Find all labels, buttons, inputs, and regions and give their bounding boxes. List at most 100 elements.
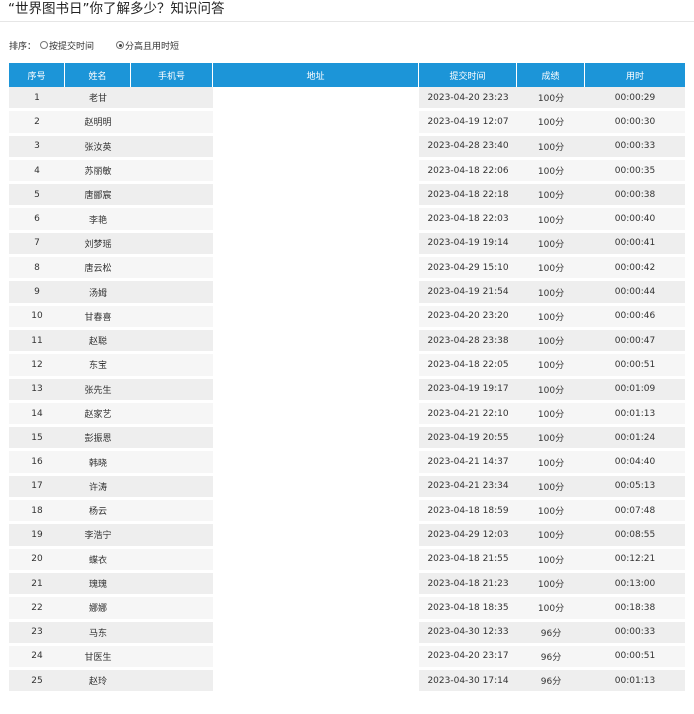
cell-score: 100分 bbox=[517, 597, 586, 622]
cell-address bbox=[213, 427, 415, 452]
cell-phone: 1866180 bbox=[131, 500, 213, 525]
sort-by-score-time-radio[interactable] bbox=[116, 41, 125, 49]
cell-index: 16 bbox=[9, 451, 65, 476]
title-divider bbox=[0, 21, 694, 22]
cell-name: 张先生 bbox=[65, 378, 131, 403]
cell-score: 96分 bbox=[517, 645, 586, 671]
cell-submit-time: 2023-04-20 23:23 bbox=[419, 87, 518, 112]
cell-name: 赵家艺 bbox=[65, 402, 131, 428]
results-table: 序号 姓名 手机号 地址 提交时间 成绩 用时 1老甘1560398 2023-0… bbox=[9, 63, 686, 695]
cell-address bbox=[213, 500, 415, 525]
cell-address bbox=[213, 475, 415, 501]
cell-phone: 1831578 bbox=[131, 572, 213, 598]
cell-duration: 00:01:24 bbox=[585, 427, 686, 452]
cell-index: 10 bbox=[9, 305, 65, 330]
cell-name: 东宝 bbox=[65, 354, 131, 379]
cell-score: 100分 bbox=[517, 281, 586, 306]
cell-index: 3 bbox=[9, 135, 65, 160]
cell-phone: 1829350 bbox=[131, 402, 213, 428]
sort-bar: 排序： 按提交时间 分高且用时短 bbox=[9, 38, 201, 52]
cell-name: 赵明明 bbox=[65, 111, 131, 136]
header-address: 地址 bbox=[213, 63, 420, 87]
header-name: 姓名 bbox=[65, 63, 131, 87]
sort-by-score-time-option[interactable]: 分高且用时短 bbox=[116, 39, 179, 52]
cell-duration: 00:00:47 bbox=[585, 329, 686, 355]
cell-index: 11 bbox=[9, 329, 65, 355]
cell-name: 瑰瑰 bbox=[65, 572, 131, 598]
table-row: 4苏丽敏1872567 2023-04-18 22:06100分00:00:35 bbox=[9, 159, 686, 185]
cell-submit-time: 2023-04-21 14:37 bbox=[419, 451, 518, 476]
cell-submit-time: 2023-04-21 22:10 bbox=[419, 402, 518, 428]
cell-submit-time: 2023-04-18 22:18 bbox=[419, 184, 518, 209]
cell-name: 李浩宁 bbox=[65, 524, 131, 549]
cell-index: 20 bbox=[9, 548, 65, 573]
table-row: 25赵玲1377048 2023-04-30 17:1496分00:01:13 bbox=[9, 670, 686, 695]
cell-index: 18 bbox=[9, 500, 65, 525]
sort-by-submit-time-radio[interactable] bbox=[40, 41, 49, 49]
cell-score: 100分 bbox=[517, 184, 586, 209]
cell-address bbox=[213, 597, 415, 622]
cell-submit-time: 2023-04-19 21:54 bbox=[419, 281, 518, 306]
table-row: 9汤姆1334007 2023-04-19 21:54100分00:00:44 bbox=[9, 281, 686, 306]
table-row: 22娜娜1598096 2023-04-18 18:35100分00:18:38 bbox=[9, 597, 686, 622]
cell-submit-time: 2023-04-18 21:23 bbox=[419, 572, 518, 598]
table-row: 13张先生1569129 2023-04-19 19:17100分00:01:09 bbox=[9, 378, 686, 403]
table-row: 14赵家艺1829350 2023-04-21 22:10100分00:01:13 bbox=[9, 402, 686, 428]
cell-address bbox=[213, 548, 415, 573]
table-row: 6李艳1308216 2023-04-18 22:03100分00:00:40 bbox=[9, 208, 686, 233]
table-row: 21瑰瑰1831578 2023-04-18 21:23100分00:13:00 bbox=[9, 572, 686, 598]
cell-submit-time: 2023-04-19 12:07 bbox=[419, 111, 518, 136]
cell-duration: 00:00:44 bbox=[585, 281, 686, 306]
cell-name: 老甘 bbox=[65, 87, 131, 112]
table-row: 5唐郦宸1532065 2023-04-18 22:18100分00:00:38 bbox=[9, 184, 686, 209]
cell-duration: 00:00:42 bbox=[585, 257, 686, 282]
table-row: 11赵聪1362656 2023-04-28 23:38100分00:00:47 bbox=[9, 329, 686, 355]
cell-duration: 00:00:30 bbox=[585, 111, 686, 136]
cell-index: 12 bbox=[9, 354, 65, 379]
cell-index: 21 bbox=[9, 572, 65, 598]
cell-index: 8 bbox=[9, 257, 65, 282]
cell-address bbox=[213, 572, 415, 598]
table-row: 8唐云松1776894 2023-04-29 15:10100分00:00:42 bbox=[9, 257, 686, 282]
cell-address bbox=[213, 159, 415, 185]
cell-score: 100分 bbox=[517, 232, 586, 258]
cell-phone: 1598096 bbox=[131, 597, 213, 622]
cell-submit-time: 2023-04-18 22:06 bbox=[419, 159, 518, 185]
cell-index: 17 bbox=[9, 475, 65, 501]
sort-by-score-time-label: 分高且用时短 bbox=[125, 41, 180, 52]
cell-duration: 00:00:35 bbox=[585, 159, 686, 185]
cell-phone: 1560398 bbox=[131, 87, 213, 112]
table-row: 20蝶衣1899304 2023-04-18 21:55100分00:12:21 bbox=[9, 548, 686, 573]
table-row: 12东宝1893214 2023-04-18 22:05100分00:00:51 bbox=[9, 354, 686, 379]
cell-duration: 00:00:38 bbox=[585, 184, 686, 209]
cell-phone: 1877147 bbox=[131, 232, 213, 258]
cell-name: 娜娜 bbox=[65, 597, 131, 622]
cell-submit-time: 2023-04-19 20:55 bbox=[419, 427, 518, 452]
cell-name: 甘医生 bbox=[65, 645, 131, 671]
cell-submit-time: 2023-04-18 22:03 bbox=[419, 208, 518, 233]
cell-address bbox=[213, 208, 415, 233]
cell-score: 100分 bbox=[517, 451, 586, 476]
cell-score: 100分 bbox=[517, 378, 586, 403]
cell-name: 马东 bbox=[65, 621, 131, 646]
cell-address bbox=[213, 524, 415, 549]
cell-address bbox=[213, 354, 415, 379]
cell-score: 96分 bbox=[517, 670, 586, 695]
cell-phone: 1330212 bbox=[131, 451, 213, 476]
page-title: “世界图书日”你了解多少？知识问答 bbox=[8, 1, 225, 17]
cell-name: 甘春喜 bbox=[65, 305, 131, 330]
sort-by-submit-time-option[interactable]: 按提交时间 bbox=[40, 39, 94, 52]
cell-address bbox=[213, 402, 415, 428]
cell-address bbox=[213, 87, 415, 112]
cell-phone: 1316040 bbox=[131, 305, 213, 330]
cell-duration: 00:00:51 bbox=[585, 354, 686, 379]
table-header-row: 序号 姓名 手机号 地址 提交时间 成绩 用时 bbox=[9, 63, 686, 87]
cell-phone: 1872567 bbox=[131, 159, 213, 185]
cell-index: 25 bbox=[9, 670, 65, 695]
cell-address bbox=[213, 184, 415, 209]
cell-address bbox=[213, 645, 415, 671]
cell-phone: 1362656 bbox=[131, 329, 213, 355]
cell-name: 张汝英 bbox=[65, 135, 131, 160]
sort-by-submit-time-label: 按提交时间 bbox=[49, 41, 95, 52]
cell-score: 100分 bbox=[517, 305, 586, 330]
